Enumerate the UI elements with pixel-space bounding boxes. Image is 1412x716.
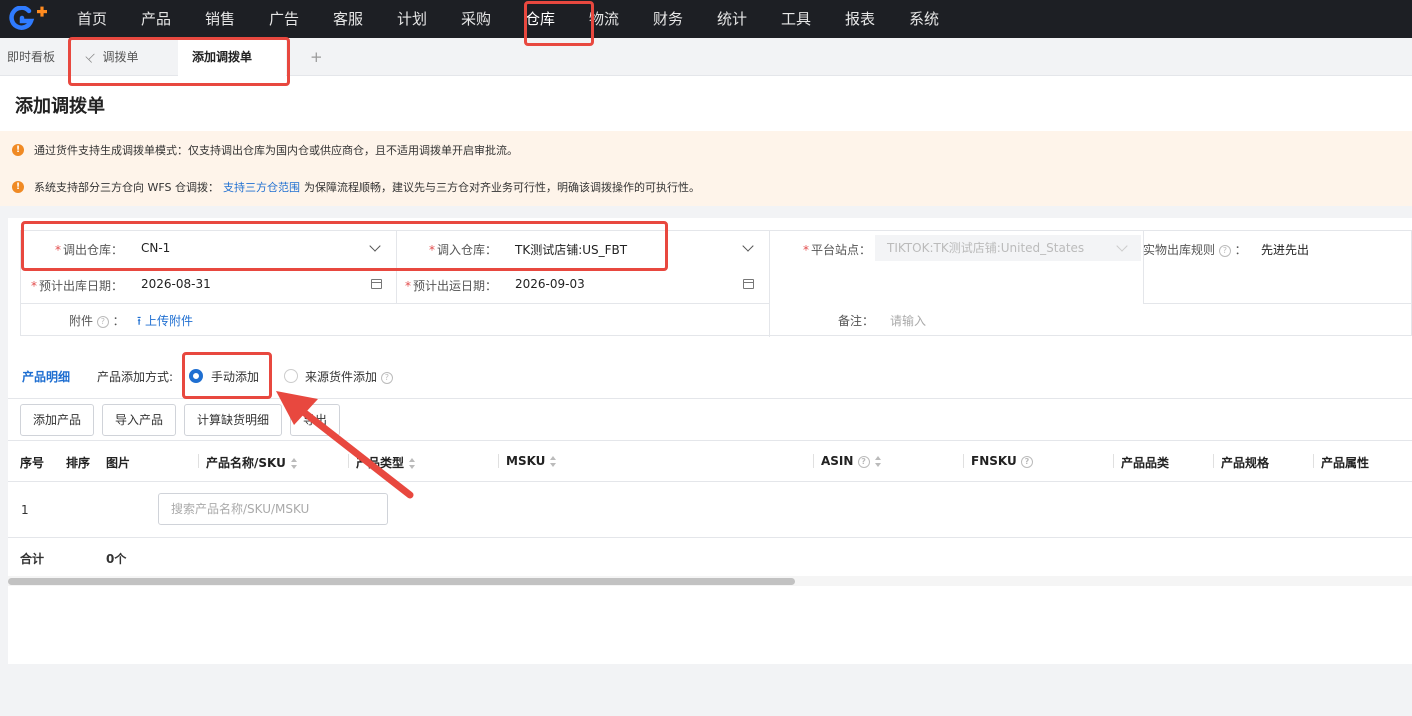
product-table-header: 序号 排序 图片 产品名称/SKU 产品类型 MSKU ASIN ? FNSKU… <box>8 440 1412 482</box>
tab-dashboard[interactable]: 即时看板 <box>7 38 55 76</box>
calendar-icon[interactable] <box>743 279 754 289</box>
nav-item-8[interactable]: 物流 <box>572 0 636 38</box>
notice-line-1: ! 通过货件支持生成调拨单模式：仅支持调出仓库为国内仓或供应商仓，且不适用调拨单… <box>12 142 518 158</box>
col-category: 产品品类 <box>1121 456 1170 470</box>
notice-text-2a: 系统支持部分三方仓向 WFS 仓调拨： <box>34 181 219 194</box>
table-total-row: 合计 0个 <box>8 538 1412 576</box>
calendar-icon[interactable] <box>371 279 382 289</box>
tabs-bar: 即时看板 ⊥ 调拨单 添加调拨单 + <box>0 38 1412 76</box>
col-fnsku: FNSKU ? <box>971 454 1033 468</box>
attachment-label: 附件 ? ： <box>69 314 125 328</box>
product-details-section: 产品明细 产品添加方式: 手动添加 来源货件添加 ? 添加产品 导入产品 计算缺… <box>8 351 1412 664</box>
add-product-button[interactable]: 添加产品 <box>20 404 94 436</box>
total-label: 合计 <box>20 552 45 566</box>
nav-item-4[interactable]: 客服 <box>316 0 380 38</box>
col-attribute: 产品属性 <box>1321 456 1370 470</box>
outbound-rule-label: 实物出库规则 ? ： <box>1143 243 1247 257</box>
nav-item-9[interactable]: 财务 <box>636 0 700 38</box>
manual-add-label[interactable]: 手动添加 <box>211 368 259 385</box>
tab-transfer-list[interactable]: ⊥ 调拨单 <box>72 38 178 76</box>
add-tab-button[interactable]: + <box>310 38 323 76</box>
remark-input[interactable]: 请输入 <box>890 312 926 329</box>
help-icon[interactable]: ? <box>380 371 393 384</box>
out-warehouse-select[interactable]: CN-1 <box>141 241 170 255</box>
product-tabs: 产品明细 产品添加方式: 手动添加 来源货件添加 ? <box>8 351 1412 399</box>
chevron-down-icon[interactable] <box>369 240 381 252</box>
expected-out-date-input[interactable]: 2026-08-31 <box>141 277 211 291</box>
help-icon[interactable]: ? <box>96 315 109 328</box>
form-grid: * 调出仓库： CN-1 * 调入仓库： TK测试店铺:US_FBT * 平台站点： … <box>20 230 1412 337</box>
col-sort: 排序 <box>66 456 91 470</box>
warning-icon: ! <box>12 181 24 193</box>
transfer-form: * 调出仓库： CN-1 * 调入仓库： TK测试店铺:US_FBT * 平台站点： … <box>8 218 1412 351</box>
help-icon[interactable]: ? <box>1020 455 1033 468</box>
col-spec: 产品规格 <box>1221 456 1270 470</box>
col-asin[interactable]: ASIN ? <box>821 454 882 468</box>
tab-product-details[interactable]: 产品明细 <box>22 368 70 385</box>
upload-attachment-button[interactable]: ⭱ 上传附件 <box>137 312 193 333</box>
nav-item-10[interactable]: 统计 <box>700 0 764 38</box>
col-image: 图片 <box>106 456 131 470</box>
manual-add-radio[interactable] <box>189 369 203 383</box>
nav-item-7[interactable]: 仓库 <box>508 0 572 38</box>
chevron-down-icon[interactable] <box>742 240 754 252</box>
source-shipment-radio[interactable] <box>284 369 298 383</box>
nav-item-0[interactable]: 首页 <box>60 0 124 38</box>
tab-add-transfer[interactable]: 添加调拨单 <box>178 38 286 76</box>
nav-item-1[interactable]: 产品 <box>124 0 188 38</box>
in-warehouse-label: * 调入仓库： <box>429 243 498 257</box>
page-title: 添加调拨单 <box>15 96 105 117</box>
notice-alert: ! 通过货件支持生成调拨单模式：仅支持调出仓库为国内仓或供应商仓，且不适用调拨单… <box>0 131 1412 206</box>
scrollbar-thumb[interactable] <box>8 578 795 585</box>
col-msku[interactable]: MSKU <box>506 454 557 468</box>
main-menu: 首页 产品 销售 广告 客服 计划 采购 仓库 物流 财务 统计 工具 报表 系统 <box>60 0 956 38</box>
upload-icon: ⭱ <box>137 314 142 328</box>
warning-icon: ! <box>12 144 24 156</box>
import-product-button[interactable]: 导入产品 <box>102 404 176 436</box>
platform-site-select: TIKTOK:TK测试店铺:United_States <box>875 235 1141 261</box>
platform-site-label: * 平台站点： <box>803 243 872 257</box>
page-content: 添加调拨单 ! 通过货件支持生成调拨单模式：仅支持调出仓库为国内仓或供应商仓，且… <box>0 76 1412 716</box>
logo-icon <box>9 6 47 30</box>
add-mode-label: 产品添加方式: <box>97 370 174 384</box>
expected-ship-date-input[interactable]: 2026-09-03 <box>515 277 585 291</box>
expected-ship-date-label: * 预计出运日期： <box>405 279 498 293</box>
table-row: 1 搜索产品名称/SKU/MSKU <box>8 482 1412 538</box>
help-icon[interactable]: ? <box>857 455 870 468</box>
tab-transfer-list-label: 调拨单 <box>102 50 139 64</box>
nav-item-5[interactable]: 计划 <box>380 0 444 38</box>
page-header: 添加调拨单 <box>0 76 1412 131</box>
row-index: 1 <box>21 503 29 517</box>
out-warehouse-label: * 调出仓库： <box>55 243 124 257</box>
nav-item-2[interactable]: 销售 <box>188 0 252 38</box>
total-value: 0个 <box>106 552 127 566</box>
sort-icon[interactable] <box>550 456 557 467</box>
top-nav: 首页 产品 销售 广告 客服 计划 采购 仓库 物流 财务 统计 工具 报表 系统 <box>0 0 1412 38</box>
horizontal-scrollbar[interactable] <box>8 576 1412 586</box>
help-icon[interactable]: ? <box>1218 244 1231 257</box>
col-index: 序号 <box>20 456 45 470</box>
nav-item-12[interactable]: 报表 <box>828 0 892 38</box>
notice-text-2b: 为保障流程顺畅，建议先与三方仓对齐业务可行性，明确该调拨操作的可执行性。 <box>304 181 700 194</box>
in-warehouse-select[interactable]: TK测试店铺:US_FBT <box>515 241 627 258</box>
expected-out-date-label: * 预计出库日期： <box>31 279 124 293</box>
app-logo[interactable] <box>0 0 60 38</box>
notice-line-2: ! 系统支持部分三方仓向 WFS 仓调拨： 支持三方仓范围 为保障流程顺畅，建议… <box>12 179 700 195</box>
nav-item-13[interactable]: 系统 <box>892 0 956 38</box>
nav-item-6[interactable]: 采购 <box>444 0 508 38</box>
source-shipment-label[interactable]: 来源货件添加 ? <box>305 368 393 385</box>
nav-item-11[interactable]: 工具 <box>764 0 828 38</box>
outbound-rule-value[interactable]: 先进先出 <box>1261 241 1309 258</box>
annotation-arrow-icon <box>276 391 414 499</box>
sort-icon[interactable] <box>874 456 882 467</box>
nav-item-3[interactable]: 广告 <box>252 0 316 38</box>
supported-3pl-link[interactable]: 支持三方仓范围 <box>223 179 300 195</box>
remark-label: 备注： <box>838 314 875 328</box>
notice-text-1: 通过货件支持生成调拨单模式：仅支持调出仓库为国内仓或供应商仓，且不适用调拨单开启… <box>34 144 518 157</box>
